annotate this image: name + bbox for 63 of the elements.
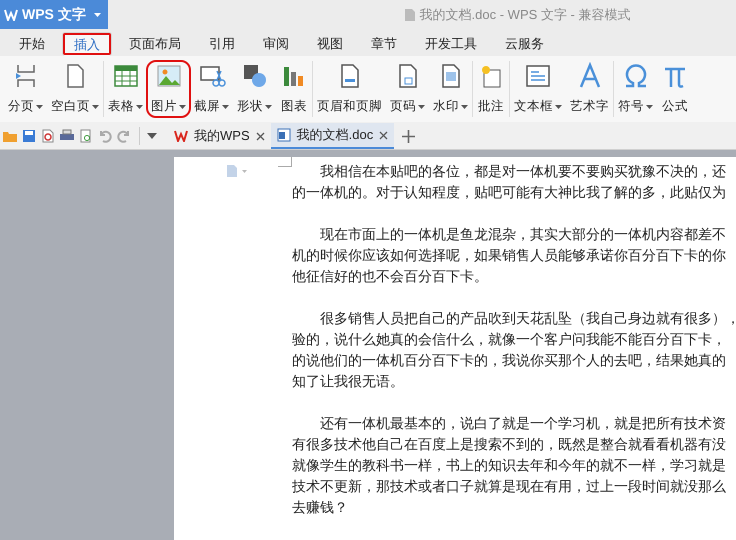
ribbon-tab[interactable]: 开始 xyxy=(8,32,56,56)
close-icon[interactable] xyxy=(379,130,388,140)
ribbon-button[interactable]: 图片 xyxy=(148,62,189,116)
ribbon-tab[interactable]: 开发工具 xyxy=(414,32,488,56)
ribbon-button[interactable]: 截屏 xyxy=(191,62,232,116)
ribbon-button[interactable]: 文本框 xyxy=(511,62,565,116)
ribbon-tab[interactable]: 审阅 xyxy=(252,32,300,56)
word-document-icon xyxy=(276,128,291,142)
w-logo-icon xyxy=(4,8,18,20)
caret-icon xyxy=(222,104,229,109)
new-tab-plus-icon[interactable] xyxy=(402,130,416,143)
paragraph-line: 的一体机的。对于认知程度，贴吧可能有大神比我了解的多，此贴仅为 xyxy=(292,183,726,202)
ribbon-button[interactable]: 图表 xyxy=(277,62,311,116)
document-icon xyxy=(404,8,416,22)
ribbon-button[interactable]: 形状 xyxy=(234,62,275,116)
caret-icon xyxy=(136,104,143,109)
paragraph-line: 去赚钱？ xyxy=(292,498,348,517)
ribbon-tab[interactable]: 云服务 xyxy=(494,32,555,56)
ribbon-button[interactable]: 页码 xyxy=(387,62,428,116)
ribbon-button[interactable]: 批注 xyxy=(474,62,508,116)
ribbon-button[interactable]: 页眉和页脚 xyxy=(314,62,385,116)
caret-icon xyxy=(36,104,43,109)
app-menu-button[interactable]: WPS 文字 xyxy=(0,0,108,29)
ribbon-button[interactable]: 公式 xyxy=(658,62,692,116)
close-icon[interactable] xyxy=(256,132,265,140)
ribbon-tab[interactable]: 章节 xyxy=(360,32,408,56)
ribbon-button[interactable]: 符号 xyxy=(615,62,656,116)
caret-icon xyxy=(179,104,186,109)
paragraph-line: 他征信好的也不会百分百下卡。 xyxy=(292,267,488,286)
caret-icon xyxy=(265,104,272,109)
paragraph-line: 现在市面上的一体机是鱼龙混杂，其实大部分的一体机内容都差不 xyxy=(319,225,726,244)
caret-icon xyxy=(94,12,101,16)
dropdown-caret-icon[interactable] xyxy=(147,132,157,138)
document-tab[interactable]: 我的WPS xyxy=(168,123,271,149)
paragraph-line: 有很多技术他自己在百度上是搜索不到的，既然是整合就看看机器有没 xyxy=(292,435,726,454)
paragraph-line: 我相信在本贴吧的各位，都是对一体机要不要购买犹豫不决的，还 xyxy=(319,162,726,181)
ribbon-tab[interactable]: 引用 xyxy=(198,32,246,56)
ribbon-tab[interactable]: 页面布局 xyxy=(118,32,192,56)
export-icon[interactable] xyxy=(40,128,56,144)
ribbon-button[interactable]: 表格 xyxy=(105,62,146,116)
document-tab[interactable]: 我的文档.doc xyxy=(270,123,394,149)
paragraph-line: 就像学生的教科书一样，书上的知识去年和今年的就不一样，学习就是 xyxy=(292,456,726,475)
ribbon-button[interactable]: 水印 xyxy=(430,62,471,116)
ribbon-tab[interactable]: 视图 xyxy=(306,32,354,56)
paragraph-line: 机的时候你应该如何选择呢，如果销售人员能够承诺你百分百下卡的你 xyxy=(292,246,726,265)
ribbon-button[interactable]: 分页 xyxy=(5,62,46,116)
ribbon-button[interactable]: 空白页 xyxy=(48,62,102,116)
caret-icon xyxy=(461,104,468,109)
paragraph-line: 技术不更新，那技术或者口子就算是现在有用，过上一段时间就没那么 xyxy=(292,477,726,496)
w-logo-icon xyxy=(174,130,188,142)
paragraph-line: 还有一体机最基本的，说白了就是一个学习机，就是把所有技术资 xyxy=(319,414,726,433)
caret-icon xyxy=(555,104,562,109)
paragraph-line: 很多销售人员把自己的产品吹到天花乱坠（我自己身边就有很多）， xyxy=(319,309,736,328)
paragraph-line: 知了让我很无语。 xyxy=(292,372,404,391)
caret-icon xyxy=(418,104,425,109)
window-title: 我的文档.doc - WPS 文字 - 兼容模式 xyxy=(420,6,630,24)
save-icon[interactable] xyxy=(21,128,37,144)
paragraph-line: 的说他们的一体机百分百下卡的，我说你买那个人的去吧，结果她真的 xyxy=(292,351,726,370)
ribbon-button[interactable]: 艺术字 xyxy=(567,62,612,116)
caret-icon xyxy=(646,104,653,109)
ribbon-tab[interactable]: 插入 xyxy=(62,32,112,56)
caret-icon xyxy=(92,104,99,109)
paragraph-line: 验的，说什么她真的会信什么，就像一个客户问我能不能百分百下卡， xyxy=(292,330,726,349)
